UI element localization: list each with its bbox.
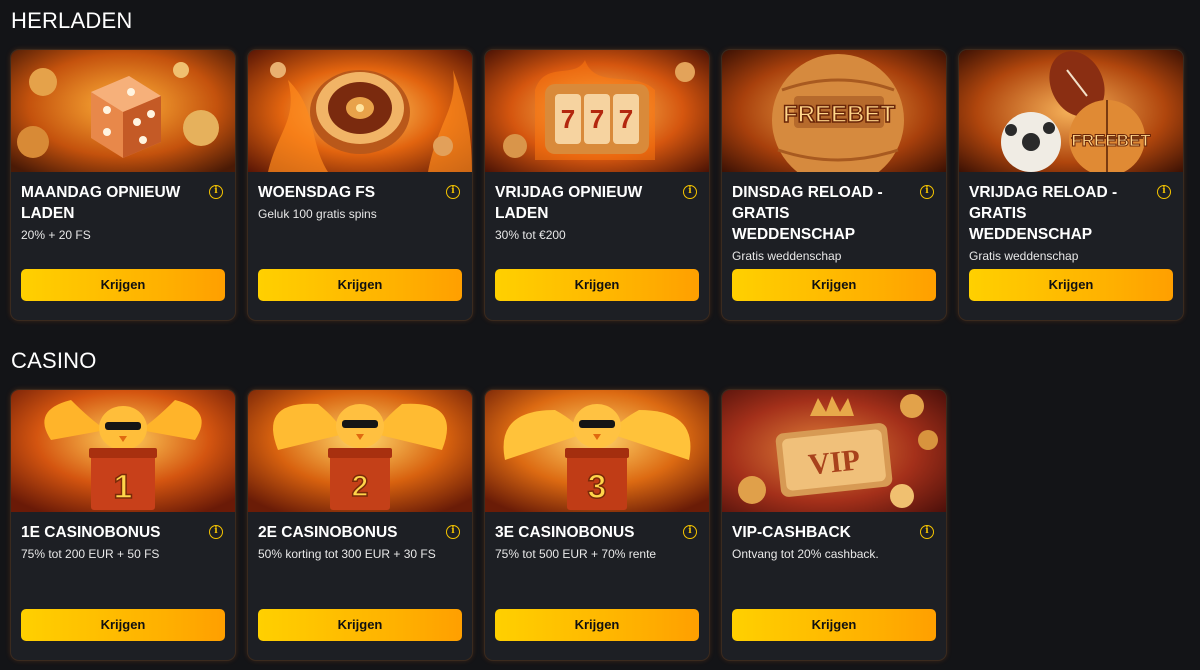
vip-label: VIP	[807, 443, 862, 481]
card-subtitle: Gratis weddenschap	[732, 249, 842, 263]
svg-text:7: 7	[561, 104, 575, 134]
gift-number: 3	[588, 468, 607, 506]
claim-button[interactable]: Krijgen	[969, 269, 1173, 301]
card-title: MAANDAG OPNIEUW LADEN	[21, 184, 181, 222]
info-icon[interactable]: i	[1157, 185, 1171, 199]
card-subtitle: Geluk 100 gratis spins	[258, 207, 377, 221]
svg-text:7: 7	[619, 104, 633, 134]
info-icon[interactable]: i	[683, 185, 697, 199]
info-icon[interactable]: i	[683, 525, 697, 539]
card-title: WOENSDAG FS	[258, 184, 376, 201]
promo-card[interactable]: FREEBET VRIJDAG RELOAD - GRATIS WEDDENSC…	[959, 50, 1183, 320]
promo-card[interactable]: WOENSDAG FS Geluk 100 gratis spins i Kri…	[248, 50, 472, 320]
promo-card[interactable]: FREEBET DINSDAG RELOAD - GRATIS WEDDENSC…	[722, 50, 946, 320]
chick-gift-image: 2	[248, 390, 472, 512]
info-icon[interactable]: i	[209, 525, 223, 539]
card-title: VRIJDAG RELOAD - GRATIS WEDDENSCHAP	[969, 184, 1118, 243]
card-title: 2E CASINOBONUS	[258, 524, 398, 541]
card-subtitle: 20% + 20 FS	[21, 228, 91, 242]
claim-button[interactable]: Krijgen	[21, 609, 225, 641]
slot-777-image: 7 7 7	[485, 50, 709, 172]
claim-button[interactable]: Krijgen	[21, 269, 225, 301]
card-title: VIP-CASHBACK	[732, 524, 851, 541]
gift-number: 1	[114, 468, 133, 506]
section-title-casino: CASINO	[11, 348, 97, 373]
freebet-ball-image: FREEBET	[722, 50, 946, 172]
card-subtitle: 30% tot €200	[495, 228, 566, 242]
svg-text:7: 7	[590, 104, 604, 134]
card-subtitle: 75% tot 500 EUR + 70% rente	[495, 547, 657, 561]
card-subtitle: 50% korting tot 300 EUR + 30 FS	[258, 547, 436, 561]
freebet-label: FREEBET	[1071, 131, 1151, 150]
claim-button[interactable]: Krijgen	[732, 609, 936, 641]
chick-gift-image: 3	[485, 390, 709, 512]
promo-card[interactable]: VIP VIP-CASHBACK Ontvang tot 20% cashbac…	[722, 390, 946, 660]
info-icon[interactable]: i	[209, 185, 223, 199]
promo-card[interactable]: 7 7 7 VRIJDAG OPNIEUW LADEN 30% tot €200…	[485, 50, 709, 320]
claim-button[interactable]: Krijgen	[495, 609, 699, 641]
roulette-fire-image	[248, 50, 472, 172]
info-icon[interactable]: i	[446, 185, 460, 199]
promo-card[interactable]: 2 2E CASINOBONUS 50% korting tot 300 EUR…	[248, 390, 472, 660]
claim-button[interactable]: Krijgen	[732, 269, 936, 301]
card-title: 3E CASINOBONUS	[495, 524, 635, 541]
promo-card[interactable]: 1 1E CASINOBONUS 75% tot 200 EUR + 50 FS…	[11, 390, 235, 660]
vip-crown-image: VIP	[722, 390, 946, 512]
claim-button[interactable]: Krijgen	[258, 609, 462, 641]
card-subtitle: 75% tot 200 EUR + 50 FS	[21, 547, 160, 561]
claim-button[interactable]: Krijgen	[258, 269, 462, 301]
promo-card[interactable]: MAANDAG OPNIEUW LADEN 20% + 20 FS i Krij…	[11, 50, 235, 320]
card-title: DINSDAG RELOAD - GRATIS WEDDENSCHAP	[732, 184, 883, 243]
freebet-label: FREEBET	[783, 101, 895, 128]
promotions-page: HERLADEN MAANDAG OPNIEUW LADEN 20% + 20 …	[0, 0, 1200, 670]
card-subtitle: Gratis weddenschap	[969, 249, 1079, 263]
chick-gift-image: 1	[11, 390, 235, 512]
section-title-herladen: HERLADEN	[11, 8, 133, 33]
promo-card[interactable]: 3 3E CASINOBONUS 75% tot 500 EUR + 70% r…	[485, 390, 709, 660]
freebet-balls-image: FREEBET	[959, 50, 1183, 172]
gift-number: 2	[352, 470, 369, 503]
card-title: VRIJDAG OPNIEUW LADEN	[495, 184, 643, 222]
card-subtitle: Ontvang tot 20% cashback.	[732, 547, 879, 561]
claim-button[interactable]: Krijgen	[495, 269, 699, 301]
dice-coins-image	[11, 50, 235, 172]
card-title: 1E CASINOBONUS	[21, 524, 161, 541]
info-icon[interactable]: i	[920, 525, 934, 539]
info-icon[interactable]: i	[446, 525, 460, 539]
casino-cards: 1 1E CASINOBONUS 75% tot 200 EUR + 50 FS…	[11, 390, 1189, 660]
reload-cards: MAANDAG OPNIEUW LADEN 20% + 20 FS i Krij…	[11, 50, 1189, 320]
info-icon[interactable]: i	[920, 185, 934, 199]
